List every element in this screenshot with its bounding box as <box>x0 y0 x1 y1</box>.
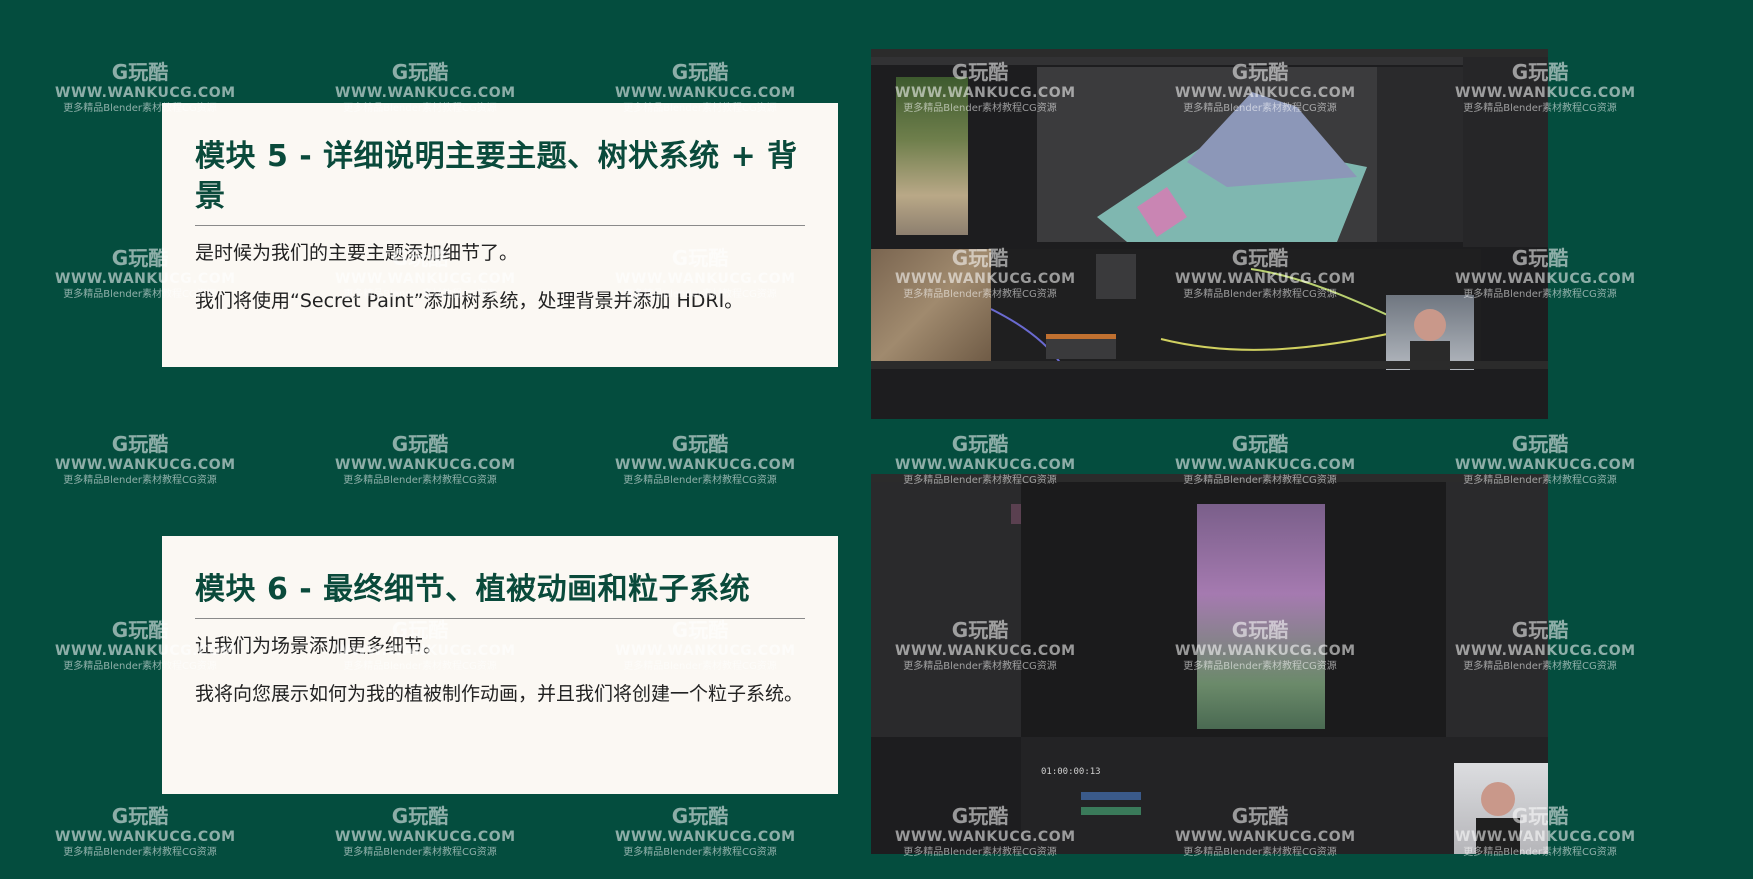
watermark-tagline: 更多精品Blender素材教程CG资源 <box>623 847 777 858</box>
editor-tool-bar <box>871 57 1548 65</box>
watermark-site: WWW.WANKUCG.COM <box>55 829 236 845</box>
module-5-text-1: 是时候为我们的主要主题添加细节了。 <box>195 242 519 264</box>
watermark: G玩酷 WWW.WANKUCG.COM 更多精品Blender素材教程CG资源 <box>335 432 516 488</box>
module-6-text-2: 我将向您展示如何为我的植被制作动画，并且我们将创建一个粒子系统。 <box>195 683 804 705</box>
watermark-logo: G玩酷 <box>391 432 449 456</box>
video-track-clip <box>1081 792 1141 800</box>
module-5-divider <box>195 225 805 226</box>
watermark-tagline: 更多精品Blender素材教程CG资源 <box>343 475 497 486</box>
module-5-screenshot <box>871 49 1548 419</box>
watermark: G玩酷 WWW.WANKUCG.COM 更多精品Blender素材教程CG资源 <box>615 432 796 488</box>
editor-menu-bar <box>871 49 1548 57</box>
outliner-panel <box>1463 57 1548 247</box>
properties-panel <box>1377 67 1463 242</box>
watermark-logo: G玩酷 <box>111 804 169 828</box>
watermark-site: WWW.WANKUCG.COM <box>55 85 236 101</box>
module-6-title: 模块 6 - 最终细节、植被动画和粒子系统 <box>195 572 751 607</box>
watermark: G玩酷 WWW.WANKUCG.COM 更多精品Blender素材教程CG资源 <box>55 804 236 860</box>
watermark-site: WWW.WANKUCG.COM <box>335 829 516 845</box>
watermark-logo: G玩酷 <box>671 60 729 84</box>
watermark-site: WWW.WANKUCG.COM <box>615 829 796 845</box>
watermark-site: WWW.WANKUCG.COM <box>55 457 236 473</box>
module-5-card: 模块 5 - 详细说明主要主题、树状系统 + 背景 是时候为我们的主要主题添加细… <box>162 103 838 367</box>
watermark-logo: G玩酷 <box>111 432 169 456</box>
watermark: G玩酷 WWW.WANKUCG.COM 更多精品Blender素材教程CG资源 <box>615 804 796 860</box>
webcam-overlay <box>1386 295 1474 370</box>
watermark-site: WWW.WANKUCG.COM <box>615 457 796 473</box>
watermark-site: WWW.WANKUCG.COM <box>335 85 516 101</box>
watermark-logo: G玩酷 <box>391 804 449 828</box>
watermark-site: WWW.WANKUCG.COM <box>1175 457 1356 473</box>
webcam-overlay <box>1454 763 1548 854</box>
watermark: G玩酷 WWW.WANKUCG.COM 更多精品Blender素材教程CG资源 <box>335 804 516 860</box>
watermark-site: WWW.WANKUCG.COM <box>335 457 516 473</box>
watermark-site: WWW.WANKUCG.COM <box>615 85 796 101</box>
reference-image <box>896 77 968 235</box>
watermark-logo: G玩酷 <box>111 60 169 84</box>
watermark-logo: G玩酷 <box>951 432 1009 456</box>
watermark-logo: G玩酷 <box>1511 432 1569 456</box>
module-5-title: 模块 5 - 详细说明主要主题、树状系统 + 背景 <box>195 139 798 214</box>
watermark-tagline: 更多精品Blender素材教程CG资源 <box>343 847 497 858</box>
module-6-text-1: 让我们为场景添加更多细节。 <box>195 635 443 657</box>
terrain-preview <box>1097 92 1367 242</box>
watermark-tagline: 更多精品Blender素材教程CG资源 <box>63 475 217 486</box>
viewport-3d <box>1037 67 1377 242</box>
module-6-card: 模块 6 - 最终细节、植被动画和粒子系统 让我们为场景添加更多细节。 我将向您… <box>162 536 838 794</box>
watermark-site: WWW.WANKUCG.COM <box>1455 457 1636 473</box>
timeline-bar <box>871 361 1548 369</box>
watermark-logo: G玩酷 <box>1231 432 1289 456</box>
module-5-text-2: 我们将使用“Secret Paint”添加树系统，处理背景并添加 HDRI。 <box>195 290 744 312</box>
watermark-tagline: 更多精品Blender素材教程CG资源 <box>63 847 217 858</box>
watermark-logo: G玩酷 <box>671 804 729 828</box>
viewer-frame <box>1197 504 1325 729</box>
texture-preview <box>871 249 991 364</box>
watermark: G玩酷 WWW.WANKUCG.COM 更多精品Blender素材教程CG资源 <box>55 432 236 488</box>
watermark-tagline: 更多精品Blender素材教程CG资源 <box>623 475 777 486</box>
timecode: 01:00:00:13 <box>1041 767 1101 777</box>
watermark-site: WWW.WANKUCG.COM <box>895 457 1076 473</box>
editor-menu-bar <box>871 474 1548 482</box>
module-6-screenshot: 01:00:00:13 <box>871 474 1548 854</box>
module-6-divider <box>195 618 805 619</box>
media-pool-panel <box>871 482 1021 737</box>
watermark-logo: G玩酷 <box>391 60 449 84</box>
audio-track-clip <box>1081 807 1141 815</box>
inspector-panel <box>1446 482 1548 737</box>
watermark-logo: G玩酷 <box>671 432 729 456</box>
